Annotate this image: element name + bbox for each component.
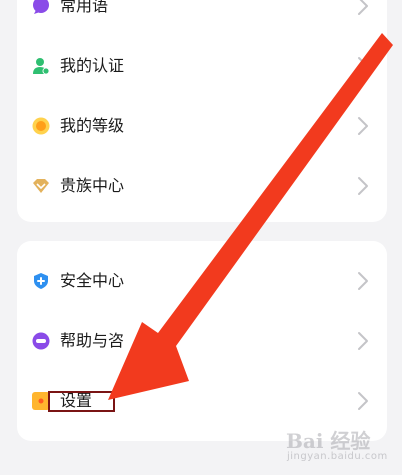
watermark-brand: Bai 经验 [286,429,371,453]
pointer-arrow-annotation [108,33,393,400]
watermark-url: jingyan.baidu.com [287,451,388,462]
